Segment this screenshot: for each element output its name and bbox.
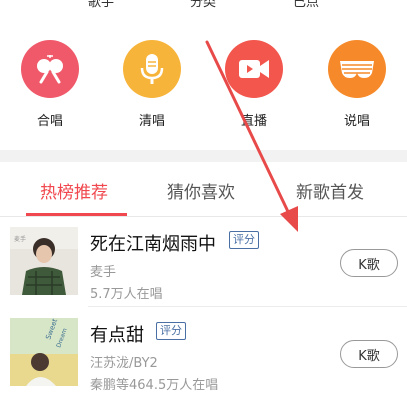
- section-divider: [0, 150, 407, 162]
- svg-text:麦手: 麦手: [14, 235, 26, 243]
- microphone-icon[interactable]: [123, 40, 181, 98]
- karaoke-button[interactable]: K歌: [340, 340, 398, 368]
- song-artist: 麦手: [90, 265, 117, 280]
- category-live[interactable]: 直播: [219, 40, 289, 129]
- rating-badge[interactable]: 评分: [229, 231, 259, 249]
- tab-new-songs[interactable]: 新歌首发: [296, 178, 364, 203]
- row-divider: [88, 306, 407, 307]
- category-label: 清唱: [138, 114, 165, 129]
- tab-guess-you-like[interactable]: 猜你喜欢: [167, 178, 235, 203]
- video-camera-icon[interactable]: [225, 40, 283, 98]
- duet-icon[interactable]: [21, 40, 79, 98]
- song-play-count: 5.7万人在唱: [90, 287, 163, 302]
- category-rap[interactable]: 说唱: [322, 40, 392, 129]
- song-list-item[interactable]: 麦手 死在江南烟雨中 评分 麦手 5.7万人在唱 K歌: [0, 217, 407, 305]
- song-play-count: 秦鹏等464.5万人在唱: [90, 378, 219, 393]
- active-tab-indicator: [26, 213, 127, 216]
- song-title: 有点甜: [90, 325, 144, 346]
- category-label: 说唱: [343, 114, 370, 129]
- category-label: 合唱: [36, 114, 63, 129]
- album-cover: Sweet Dream: [10, 317, 78, 386]
- top-nav-row: 歌手 分类 已点: [0, 0, 407, 11]
- top-nav-singers[interactable]: 歌手: [88, 0, 114, 10]
- song-list-item[interactable]: Sweet Dream 有点甜 评分 汪苏泷/BY2 秦鹏等464.5万人在唱 …: [0, 308, 407, 396]
- song-title: 死在江南烟雨中: [90, 234, 216, 255]
- shutter-glasses-icon[interactable]: [328, 40, 386, 98]
- song-list-tabs: 热榜推荐 猜你喜欢 新歌首发: [0, 162, 407, 217]
- category-acappella[interactable]: 清唱: [117, 40, 187, 129]
- song-artist: 汪苏泷/BY2: [90, 356, 158, 371]
- category-duet[interactable]: 合唱: [15, 40, 85, 129]
- top-nav-queued[interactable]: 已点: [293, 0, 319, 10]
- top-nav-categories[interactable]: 分类: [190, 0, 216, 10]
- tab-hot-recommend[interactable]: 热榜推荐: [40, 178, 108, 203]
- karaoke-button[interactable]: K歌: [340, 249, 398, 277]
- album-cover: 麦手: [10, 227, 78, 295]
- category-row: 合唱 清唱 直播 说唱: [0, 40, 407, 130]
- category-label: 直播: [240, 114, 267, 129]
- rating-badge[interactable]: 评分: [156, 322, 186, 340]
